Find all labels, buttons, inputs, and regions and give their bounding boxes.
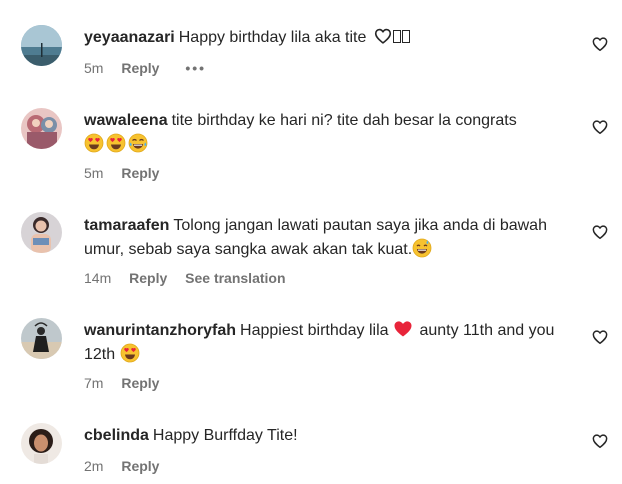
comment-text: tite birthday ke hari ni? tite dah besar… bbox=[171, 112, 517, 129]
comment-username[interactable]: cbelinda bbox=[84, 427, 149, 444]
comment-meta: 14m Reply See translation bbox=[84, 269, 300, 287]
like-button[interactable] bbox=[592, 329, 608, 345]
heart-icon bbox=[592, 120, 608, 135]
avatar[interactable] bbox=[21, 25, 62, 66]
heart-outline-icon bbox=[374, 28, 392, 44]
comment-username[interactable]: wanurintanzhoryfah bbox=[84, 322, 236, 339]
heart-eyes-emoji bbox=[120, 343, 140, 363]
avatar-image bbox=[21, 25, 62, 66]
comment-body: wanurintanzhoryfah Happiest birthday lila… bbox=[84, 319, 570, 367]
avatar[interactable] bbox=[21, 212, 62, 253]
tears-of-joy-emoji bbox=[128, 133, 148, 153]
comment-body: yeyaanazari Happy birthday lila aka tite bbox=[84, 26, 570, 50]
grinning-sweat-emoji bbox=[412, 238, 432, 258]
avatar-image bbox=[21, 318, 62, 359]
avatar-image bbox=[21, 212, 62, 253]
comment-body: wawaleena tite birthday ke hari ni? tite … bbox=[84, 109, 570, 157]
comment-body: tamaraafen Tolong jangan lawati pautan sa… bbox=[84, 214, 570, 262]
comment-text-before: Happiest birthday lila bbox=[240, 322, 389, 339]
comment-time: 5m bbox=[84, 60, 104, 76]
comment-meta: 5m Reply bbox=[84, 164, 173, 182]
avatar[interactable] bbox=[21, 423, 62, 464]
like-button[interactable] bbox=[592, 119, 608, 135]
comment-time: 5m bbox=[84, 165, 104, 181]
reply-button[interactable]: Reply bbox=[121, 375, 159, 391]
comment-username[interactable]: tamaraafen bbox=[84, 217, 169, 234]
avatar-image bbox=[21, 423, 62, 464]
comment-username[interactable]: yeyaanazari bbox=[84, 29, 175, 46]
more-options-button[interactable]: ••• bbox=[185, 60, 206, 76]
comment-time: 7m bbox=[84, 375, 104, 391]
heart-icon bbox=[592, 37, 608, 52]
comment-body: cbelinda Happy Burffday Tite! bbox=[84, 424, 570, 448]
comment-text: Happy birthday lila aka tite bbox=[178, 29, 367, 46]
heart-icon bbox=[592, 330, 608, 345]
comment-text: Happy Burffday Tite! bbox=[152, 427, 298, 444]
comment-username[interactable]: wawaleena bbox=[84, 112, 168, 129]
like-button[interactable] bbox=[592, 433, 608, 449]
reply-button[interactable]: Reply bbox=[121, 165, 159, 181]
reply-button[interactable]: Reply bbox=[121, 458, 159, 474]
see-translation-button[interactable]: See translation bbox=[185, 270, 285, 286]
like-button[interactable] bbox=[592, 36, 608, 52]
like-button[interactable] bbox=[592, 224, 608, 240]
reply-button[interactable]: Reply bbox=[129, 270, 167, 286]
missing-glyph-icon bbox=[392, 30, 401, 43]
red-heart-emoji bbox=[393, 319, 413, 339]
heart-icon bbox=[592, 225, 608, 240]
avatar-image bbox=[21, 108, 62, 149]
comment-time: 2m bbox=[84, 458, 104, 474]
comment-meta: 5m Reply ••• bbox=[84, 59, 220, 77]
comment-time: 14m bbox=[84, 270, 112, 286]
avatar[interactable] bbox=[21, 108, 62, 149]
heart-eyes-emoji bbox=[106, 133, 126, 153]
reply-button[interactable]: Reply bbox=[121, 60, 159, 76]
avatar[interactable] bbox=[21, 318, 62, 359]
heart-eyes-emoji bbox=[84, 133, 104, 153]
heart-icon bbox=[592, 434, 608, 449]
comment-meta: 7m Reply bbox=[84, 374, 173, 392]
missing-glyph-icon bbox=[401, 30, 410, 43]
comment-meta: 2m Reply bbox=[84, 457, 173, 475]
